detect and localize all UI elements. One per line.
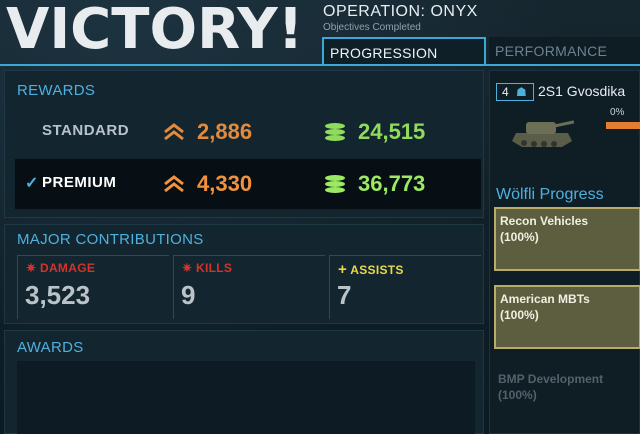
stat-value-kills: 9 [181,280,196,310]
xp-icon [164,123,184,141]
progress-title: Wölfli Progress [496,186,604,203]
tab-underline [0,64,640,66]
credits-icon [325,123,345,141]
plus-icon: + [338,261,348,278]
contributions-title: MAJOR CONTRIBUTIONS [17,231,204,248]
tier-badge: 4 ☗ [496,83,534,101]
stat-value-assists: 7 [337,280,352,310]
rewards-title: REWARDS [17,82,96,99]
progress-card-name: BMP Development [498,372,604,386]
vehicle-panel: 4 ☗ 2S1 Gvosdika 0% Wölfli Progress Reco… [489,70,640,434]
reward-row-premium[interactable]: ✓ PREMIUM 4,330 36,773 [15,159,481,209]
awards-list [17,361,475,434]
tank-class-icon: ☗ [516,85,527,99]
progress-card-american-mbts[interactable]: American MBTs (100%) [494,285,640,349]
credits-icon [325,175,345,193]
xp-icon [164,175,184,193]
credits-value-standard: 24,515 [358,119,426,144]
progress-card-bmp[interactable]: BMP Development (100%) [494,367,640,431]
progress-card-name: American MBTs [500,292,590,306]
progress-card-pct: (100%) [500,230,539,244]
stat-kills: ✷ KILLS 9 [173,255,325,319]
reward-label-standard: STANDARD [42,122,130,139]
checkmark-icon: ✓ [25,175,39,192]
progress-card-recon[interactable]: Recon Vehicles (100%) [494,207,640,271]
vehicle-name: 2S1 Gvosdika [538,83,626,99]
victory-title: VICTORY! [6,0,304,62]
stat-label-assists: ASSISTS [350,263,404,277]
tab-performance[interactable]: PERFORMANCE [489,37,640,66]
reward-label-premium: PREMIUM [42,174,117,191]
stat-value-damage: 3,523 [25,280,91,310]
vehicle-progress-bar [606,122,640,129]
reward-row-standard[interactable]: STANDARD 2,886 24,515 [15,107,481,157]
progress-card-name: Recon Vehicles [500,214,589,228]
xp-value-premium: 4,330 [197,171,253,196]
stat-assists: + ASSISTS 7 [329,255,481,319]
tab-progression[interactable]: PROGRESSION [322,37,486,66]
rewards-panel: REWARDS STANDARD 2,886 24,515 ✓ PREMIUM … [4,70,484,218]
tank-image [512,120,575,147]
awards-title: AWARDS [17,339,84,356]
credits-value-premium: 36,773 [358,171,426,196]
operation-title: OPERATION: ONYX [323,3,478,20]
awards-panel: AWARDS [4,330,484,434]
contributions-panel: MAJOR CONTRIBUTIONS ✷ DAMAGE 3,523 ✷ KIL… [4,224,484,324]
vehicle-progress-text: 0% [610,107,625,118]
stat-label-damage: DAMAGE [40,261,96,275]
tier-value: 4 [502,85,509,99]
xp-value-standard: 2,886 [197,119,253,144]
stat-label-kills: KILLS [196,261,233,275]
stat-damage: ✷ DAMAGE 3,523 [17,255,169,319]
progress-card-pct: (100%) [500,308,539,322]
progress-card-pct: (100%) [498,388,537,402]
operation-subtitle: Objectives Completed [323,22,421,33]
tank-kill-icon: ✷ [182,261,193,275]
tank-damage-icon: ✷ [26,261,37,275]
